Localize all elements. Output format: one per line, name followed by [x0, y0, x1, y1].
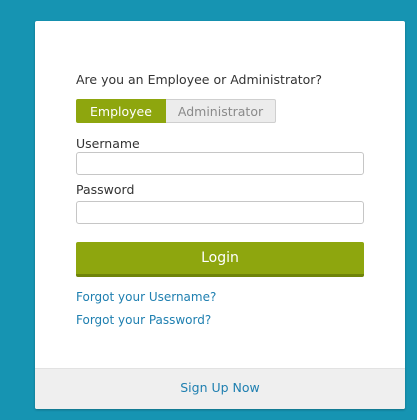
employee-role-button[interactable]: Employee [76, 99, 166, 123]
password-input[interactable] [76, 201, 364, 224]
sign-up-link[interactable]: Sign Up Now [180, 380, 260, 395]
password-label: Password [76, 182, 135, 197]
card-footer: Sign Up Now [35, 368, 405, 409]
login-button[interactable]: Login [76, 242, 364, 277]
role-toggle: Employee Administrator [76, 99, 276, 123]
forgot-username-link[interactable]: Forgot your Username? [76, 290, 216, 304]
administrator-role-button[interactable]: Administrator [166, 99, 276, 123]
username-input[interactable] [76, 152, 364, 175]
login-card: Are you an Employee or Administrator? Em… [35, 21, 405, 409]
role-question: Are you an Employee or Administrator? [76, 72, 323, 87]
username-label: Username [76, 136, 140, 151]
forgot-password-link[interactable]: Forgot your Password? [76, 313, 211, 327]
